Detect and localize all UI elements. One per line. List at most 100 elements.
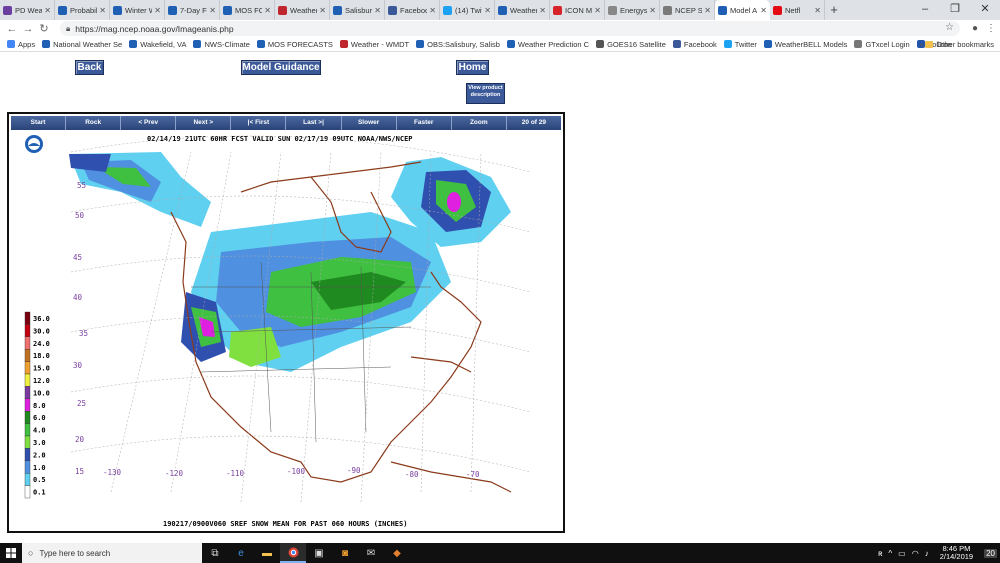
forward-arrow-icon[interactable]: →	[20, 23, 36, 35]
tab-close-icon[interactable]: ✕	[594, 6, 601, 15]
tab-close-icon[interactable]: ✕	[99, 6, 106, 15]
tab-favicon-icon	[58, 5, 67, 15]
app-icon[interactable]: ▣	[306, 543, 332, 563]
reload-icon[interactable]: ↻	[36, 22, 52, 35]
chevron-up-icon[interactable]: ^	[888, 549, 892, 558]
browser-tab[interactable]: Netfl ✕	[770, 0, 825, 20]
chrome-icon[interactable]	[280, 543, 306, 563]
browser-tab[interactable]: Model A ✕	[715, 0, 770, 20]
bookmark-item[interactable]: NWS-Climate	[193, 40, 250, 49]
bookmark-item[interactable]: MOS FORECASTS	[256, 40, 333, 49]
tab-close-icon[interactable]: ✕	[374, 6, 381, 15]
close-window-button[interactable]: ✕	[970, 0, 1000, 20]
taskbar-search-box[interactable]: ○ Type here to search	[22, 543, 202, 563]
browser-tab[interactable]: Weather ✕	[275, 0, 330, 20]
clock-date: 2/14/2019	[939, 552, 974, 561]
new-tab-button[interactable]: +	[825, 0, 843, 20]
tab-close-icon[interactable]: ✕	[44, 6, 51, 15]
bookmark-favicon-icon	[596, 40, 605, 48]
bookmark-item[interactable]: Apps	[7, 40, 35, 49]
control-button[interactable]: |< First	[231, 116, 287, 130]
profile-icon[interactable]: ●	[968, 20, 982, 37]
legend-value: 15.0	[33, 365, 50, 373]
volume-icon[interactable]: ♪	[925, 549, 929, 558]
tab-title: Netfl	[785, 5, 801, 15]
app-icon-red[interactable]: ◆	[384, 543, 410, 563]
browser-tab[interactable]: NCEP SR✕	[660, 0, 715, 20]
bookmark-item[interactable]: Wakefield, VA	[129, 40, 186, 49]
people-icon[interactable]: ʀ	[878, 549, 882, 558]
browser-tab[interactable]: Energysu✕	[605, 0, 660, 20]
bookmark-item[interactable]: GOES16 Satellite	[596, 40, 666, 49]
browser-tab[interactable]: Weather ✕	[495, 0, 550, 20]
tab-close-icon[interactable]: ✕	[649, 6, 656, 15]
tab-close-icon[interactable]: ✕	[539, 6, 546, 15]
tab-title: MOS FO	[235, 5, 263, 15]
bookmark-item[interactable]: OBS:Salisbury, Salisb	[416, 40, 500, 49]
control-button[interactable]: Start	[11, 116, 67, 130]
bookmark-item[interactable]: WeatherBELL Models	[763, 40, 847, 49]
task-view-icon[interactable]: ⧉	[202, 543, 228, 563]
tab-close-icon[interactable]: ✕	[319, 6, 326, 15]
control-button[interactable]: Last >|	[286, 116, 342, 130]
tab-close-icon[interactable]: ✕	[429, 6, 436, 15]
back-arrow-icon[interactable]: ←	[4, 23, 20, 35]
bookmark-item[interactable]: National Weather Se	[42, 40, 122, 49]
control-button[interactable]: Slower	[341, 116, 397, 130]
wifi-icon[interactable]: ◠	[912, 549, 919, 558]
bookmark-item[interactable]: Weather - WMDT	[339, 40, 409, 49]
tab-close-icon[interactable]: ✕	[154, 6, 161, 15]
control-button[interactable]: Next >	[176, 116, 232, 130]
other-bookmarks[interactable]: Other bookmarks	[925, 37, 994, 52]
tab-title: Faceboo	[400, 5, 428, 15]
control-button[interactable]: Rock	[66, 116, 122, 130]
latitude-label: 55	[77, 181, 86, 190]
edge-icon[interactable]: e	[228, 543, 254, 563]
bookmark-item[interactable]: GTxcel Login	[854, 39, 910, 49]
tab-close-icon[interactable]: ✕	[264, 6, 271, 15]
view-product-description-button[interactable]: View product description	[466, 83, 505, 104]
address-bar[interactable]: 🔒︎ https://mag.ncep.noaa.gov/Imageanis.p…	[60, 21, 960, 36]
bookmarks-overflow-icon[interactable]: »	[920, 37, 924, 52]
browser-tab[interactable]: Salisbury✕	[330, 0, 385, 20]
maximize-button[interactable]: ❐	[940, 0, 970, 20]
legend-value: 6.0	[33, 414, 46, 422]
control-button[interactable]: < Prev	[121, 116, 177, 130]
tab-close-icon[interactable]: ✕	[484, 6, 491, 15]
back-button[interactable]: Back	[75, 60, 104, 75]
browser-tab[interactable]: Probabil ✕	[55, 0, 110, 20]
tab-close-icon[interactable]: ✕	[814, 6, 821, 15]
bookmark-item[interactable]: Twitter	[723, 40, 757, 49]
bookmark-star-icon[interactable]: ☆	[945, 22, 954, 33]
windows-start-button[interactable]	[0, 543, 22, 563]
file-explorer-icon[interactable]: ▬	[254, 543, 280, 563]
clock[interactable]: 8:46 PM 2/14/2019	[940, 545, 973, 561]
control-button[interactable]: Faster	[396, 116, 452, 130]
browser-tab[interactable]: 7-Day Fo✕	[165, 0, 220, 20]
tab-title: Weather	[510, 5, 538, 15]
tab-close-icon[interactable]: ✕	[760, 6, 767, 15]
tab-title: Probabil	[70, 5, 98, 15]
browser-tab[interactable]: PD Weat ✕	[0, 0, 55, 20]
legend-value: 24.0	[33, 340, 50, 348]
notification-icon[interactable]: 20	[984, 548, 997, 558]
control-button[interactable]: Zoom	[451, 116, 507, 130]
app-icon-orange[interactable]: ◙	[332, 543, 358, 563]
home-button[interactable]: Home	[456, 60, 489, 75]
browser-tab[interactable]: ICON Mo✕	[550, 0, 605, 20]
model-guidance-button[interactable]: Model Guidance	[241, 60, 321, 75]
bookmark-item[interactable]: Weather Prediction C	[506, 40, 589, 49]
tab-close-icon[interactable]: ✕	[209, 6, 216, 15]
bookmark-item[interactable]: Facebook	[672, 40, 717, 49]
bookmark-label: GTxcel Login	[865, 39, 910, 49]
mail-icon[interactable]: ✉	[358, 543, 384, 563]
network-icon[interactable]: ▭	[898, 549, 906, 558]
browser-tab[interactable]: Winter W✕	[110, 0, 165, 20]
tab-close-icon[interactable]: ✕	[704, 6, 711, 15]
legend-value: 30.0	[33, 327, 50, 335]
browser-tab[interactable]: Faceboo ✕	[385, 0, 440, 20]
menu-icon[interactable]: ⋮	[984, 20, 998, 37]
minimize-button[interactable]: –	[910, 0, 940, 20]
browser-tab[interactable]: (14) Twit ✕	[440, 0, 495, 20]
browser-tab[interactable]: MOS FO ✕	[220, 0, 275, 20]
